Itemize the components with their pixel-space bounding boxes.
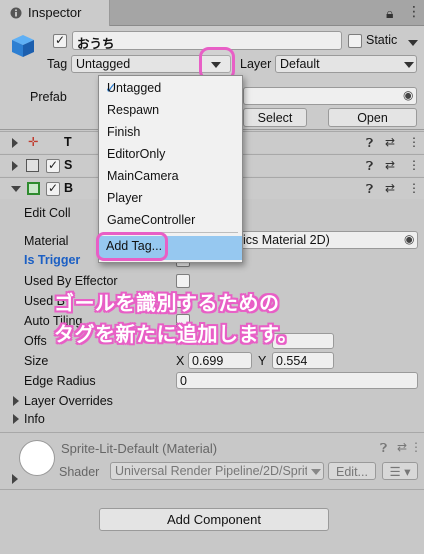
help-icon[interactable]: ❓︎ [366, 159, 373, 174]
size-x-field[interactable]: 0.699 [188, 352, 252, 369]
edit-shader-button[interactable]: Edit... [328, 462, 376, 480]
layer-label: Layer [240, 57, 272, 71]
shader-dropdown[interactable]: Universal Render Pipeline/2D/Sprite [110, 462, 324, 480]
preset-icon[interactable]: ⇄ [385, 181, 395, 195]
menu-row-player[interactable]: Player [99, 186, 242, 208]
used-by-effector-label: Used By Effector [24, 274, 118, 288]
menu-row-finish[interactable]: Finish [99, 120, 242, 142]
foldout-arrow-icon[interactable] [12, 138, 18, 148]
used-by-effector-checkbox[interactable] [176, 274, 190, 288]
size-y-label: Y [258, 354, 267, 368]
tag-value: Untagged [76, 57, 131, 71]
lock-icon[interactable]: 🔒︎ [386, 5, 393, 22]
offset-label: Offs [24, 334, 47, 348]
transform-title: T [64, 135, 72, 149]
shader-options-button[interactable]: ☰ ▾ [382, 462, 418, 480]
menu-row-editoronly[interactable]: EditorOnly [99, 142, 242, 164]
preset-icon[interactable]: ⇄ [397, 440, 407, 454]
component-menu-icon[interactable]: ⋮ [408, 135, 420, 149]
open-button[interactable]: Open [328, 108, 417, 127]
transform-icon: ✛ [28, 135, 39, 149]
annotation-line-2: タグを新たに追加します。 [54, 324, 298, 346]
box-collider-title: B [64, 181, 74, 195]
static-dropdown-caret[interactable] [408, 40, 418, 46]
preset-icon[interactable]: ⇄ [385, 135, 395, 149]
material-value: ics Material 2D) [243, 233, 330, 247]
layer-value: Default [280, 57, 320, 71]
info-icon [10, 7, 22, 19]
layer-dropdown-caret [404, 62, 414, 68]
layer-overrides-label[interactable]: Layer Overrides [24, 394, 113, 408]
tag-dropdown-caret[interactable] [211, 62, 221, 68]
menu-row-maincamera[interactable]: MainCamera [99, 164, 242, 186]
prefab-field[interactable]: ◉ [243, 87, 417, 105]
tab-bar: Inspector 🔒︎ ⋮ [0, 0, 424, 26]
sprite-renderer-icon [26, 159, 39, 172]
material-section: Sprite-Lit-Default (Material) Shader Uni… [0, 432, 424, 487]
info-foldout-icon[interactable] [13, 414, 19, 424]
material-foldout-icon[interactable] [12, 474, 18, 484]
object-picker-icon[interactable]: ◉ [403, 88, 413, 102]
tab-title: Inspector [28, 5, 82, 20]
menu-row-respawn[interactable]: Respawn [99, 98, 242, 120]
help-icon[interactable]: ❓︎ [366, 136, 373, 151]
help-icon[interactable]: ❓︎ [380, 441, 387, 456]
edge-radius-field[interactable]: 0 [176, 372, 418, 389]
foldout-arrow-icon[interactable] [11, 186, 21, 192]
edge-radius-value: 0 [180, 374, 187, 388]
more-menu-icon[interactable]: ⋮ [407, 3, 421, 20]
object-picker-icon[interactable]: ◉ [404, 232, 414, 246]
size-label: Size [24, 354, 49, 368]
static-checkbox[interactable] [348, 34, 362, 48]
select-button[interactable]: Select [243, 108, 307, 127]
add-tag-label[interactable]: Add Tag... [106, 239, 162, 253]
menu-item-label: Player [107, 191, 143, 205]
menu-item-label: Untagged [107, 81, 162, 95]
annotation-line-1: ゴールを識別するための [54, 293, 280, 315]
layer-overrides-foldout-icon[interactable] [13, 396, 19, 406]
menu-item-label: GameController [107, 213, 196, 227]
size-y-value: 0.554 [276, 354, 308, 368]
sprite-enabled-checkbox[interactable] [46, 158, 60, 173]
is-trigger-label: Is Trigger [24, 253, 81, 267]
box-collider-icon [27, 182, 40, 195]
preset-icon[interactable]: ⇄ [385, 158, 395, 172]
material-preview-sphere [20, 441, 54, 475]
material-name: Sprite-Lit-Default (Material) [61, 441, 218, 456]
size-y-field[interactable]: 0.554 [272, 352, 334, 369]
prefab-label: Prefab [30, 90, 67, 104]
static-label: Static [366, 33, 398, 47]
menu-item-label: Finish [107, 125, 141, 139]
shader-label: Shader [59, 465, 100, 479]
menu-row-gamecontroller[interactable]: GameController [99, 208, 242, 230]
tag-label: Tag [47, 57, 68, 71]
tab-inspector[interactable]: Inspector [0, 0, 110, 26]
material-label: Material [24, 234, 69, 248]
menu-row-untagged[interactable]: Untagged [99, 76, 242, 98]
object-name: おうち [77, 37, 115, 51]
active-checkbox[interactable] [53, 33, 67, 48]
help-icon[interactable]: ❓︎ [366, 182, 373, 197]
collider-enabled-checkbox[interactable] [46, 181, 60, 196]
add-component-button[interactable]: Add Component [99, 508, 329, 531]
foldout-arrow-icon[interactable] [12, 161, 18, 171]
shader-caret [311, 469, 321, 475]
edge-radius-label: Edge Radius [24, 374, 96, 388]
menu-item-label: Respawn [107, 103, 160, 117]
gameobject-cube-icon [12, 35, 34, 57]
menu-item-label: EditorOnly [107, 147, 166, 161]
layer-dropdown[interactable]: Default [275, 55, 417, 73]
size-x-value: 0.699 [192, 354, 224, 368]
component-menu-icon[interactable]: ⋮ [410, 440, 422, 454]
component-menu-icon[interactable]: ⋮ [408, 158, 420, 172]
shader-value: Universal Render Pipeline/2D/Sprite [115, 464, 307, 478]
size-x-label: X [176, 354, 185, 368]
sprite-title: S [64, 158, 73, 172]
menu-item-label: MainCamera [107, 169, 179, 183]
component-menu-icon[interactable]: ⋮ [408, 181, 420, 195]
edit-collider-label: Edit Coll [24, 206, 71, 220]
info-label[interactable]: Info [24, 412, 45, 426]
divider [0, 489, 424, 490]
list-icon: ☰ ▾ [389, 465, 411, 479]
